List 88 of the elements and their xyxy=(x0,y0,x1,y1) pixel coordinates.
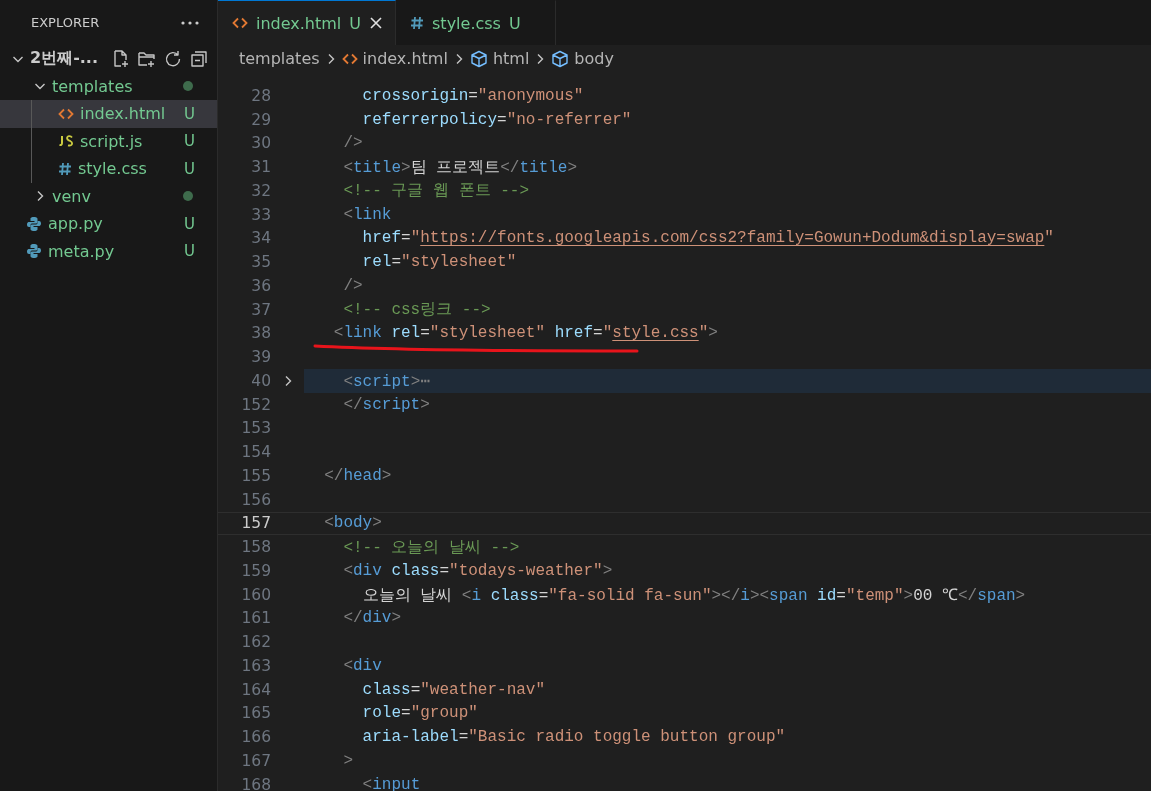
breadcrumb-item[interactable]: html xyxy=(492,49,530,68)
line-number: 37 xyxy=(250,300,271,319)
tree-item[interactable]: script.js U xyxy=(0,127,217,155)
code-line: <title>팀 프로젝트</title> xyxy=(342,157,578,178)
line-number: 162 xyxy=(240,633,271,652)
line-number: 39 xyxy=(250,348,271,367)
cube-icon xyxy=(469,49,488,68)
code-line: href="https://fonts.googleapis.com/css2?family=Gowun+Dodum&display=swap" xyxy=(361,229,1054,248)
code-line: <!-- 오늘의 날씨 --> xyxy=(342,537,520,558)
line-number: 40 xyxy=(250,371,271,390)
python-icon xyxy=(26,215,42,232)
collapse-all-icon[interactable] xyxy=(189,48,209,69)
code-line: referrerpolicy="no-referrer" xyxy=(361,110,632,129)
cube-icon xyxy=(551,49,570,68)
code-line: <!-- css링크 --> xyxy=(342,300,491,321)
line-number: 29 xyxy=(250,110,271,129)
code-line: > xyxy=(342,751,353,770)
line-number: 158 xyxy=(240,538,271,557)
explorer-title: EXPLORER xyxy=(31,15,100,30)
line-number: 168 xyxy=(240,775,271,791)
line-number: 35 xyxy=(250,253,271,272)
tree-item[interactable]: style.css U xyxy=(0,155,217,183)
line-number: 154 xyxy=(240,443,271,462)
line-number: 166 xyxy=(240,728,271,747)
line-number: 36 xyxy=(250,276,271,295)
code-line: <link rel="stylesheet" href="style.css"> xyxy=(332,324,718,343)
code-brackets-icon xyxy=(341,52,358,65)
new-file-icon[interactable] xyxy=(111,48,131,69)
code-line: /> xyxy=(342,134,363,153)
line-number: 159 xyxy=(240,561,271,580)
code-brackets-icon xyxy=(58,107,74,120)
line-number: 32 xyxy=(250,181,271,200)
line-number: 160 xyxy=(240,585,271,604)
code-brackets-icon xyxy=(232,17,248,29)
tree-item[interactable]: templates xyxy=(0,72,217,100)
line-number: 157 xyxy=(240,514,271,533)
line-number: 31 xyxy=(250,158,271,177)
breadcrumb-item[interactable]: templates xyxy=(239,49,320,68)
code-line: <div xyxy=(342,656,382,675)
line-number: 156 xyxy=(240,490,271,509)
refresh-icon[interactable] xyxy=(163,48,183,69)
workspace-folder[interactable]: 2번째-... xyxy=(0,45,217,73)
code-line: <div class="todays-weather"> xyxy=(342,561,613,580)
line-number: 30 xyxy=(250,134,271,153)
code-line: aria-label="Basic radio toggle button group" xyxy=(361,728,786,747)
python-icon xyxy=(26,243,42,260)
tree-item[interactable]: app.py U xyxy=(0,210,217,238)
code-line: </head> xyxy=(323,466,392,485)
code-line: <script>⋯ xyxy=(342,371,430,391)
tree-item[interactable]: venv xyxy=(0,182,217,210)
line-number: 155 xyxy=(240,466,271,485)
line-number: 164 xyxy=(240,680,271,699)
line-number: 152 xyxy=(240,395,271,414)
code-line: </div> xyxy=(342,609,402,628)
code-line: <link xyxy=(342,205,392,224)
breadcrumb-item[interactable]: body xyxy=(574,49,614,68)
code-line: class="weather-nav" xyxy=(361,680,546,699)
hash-icon xyxy=(410,16,425,30)
line-number: 165 xyxy=(240,704,271,723)
code-line: rel="stylesheet" xyxy=(361,253,517,272)
status-letter: U xyxy=(184,159,195,178)
line-number: 163 xyxy=(240,656,271,675)
line-number: 38 xyxy=(250,324,271,343)
code-line: <body> xyxy=(323,514,382,533)
code-line: /> xyxy=(342,276,363,295)
status-letter: U xyxy=(184,214,195,233)
status-letter: U xyxy=(184,242,195,261)
tree-item[interactable]: meta.py U xyxy=(0,237,217,265)
line-number: 33 xyxy=(250,205,271,224)
code-line: 오늘의 날씨 <i class="fa-solid fa-sun"></i><span id="temp">00 ℃</span> xyxy=(361,586,1026,607)
close-icon[interactable] xyxy=(369,16,384,30)
status-letter: U xyxy=(184,104,195,123)
breadcrumb-item[interactable]: index.html xyxy=(362,49,448,68)
editor-tab[interactable]: index.html U xyxy=(218,0,397,45)
line-number: 34 xyxy=(250,229,271,248)
code-line: role="group" xyxy=(361,704,478,723)
code-line: <!-- 구글 웹 폰트 --> xyxy=(342,181,530,202)
js-file-icon xyxy=(58,135,74,148)
line-number: 167 xyxy=(240,751,271,770)
tree-item[interactable]: index.html U xyxy=(0,100,217,128)
code-line: crossorigin="anonymous" xyxy=(361,86,584,105)
line-number: 153 xyxy=(240,419,271,438)
line-number: 161 xyxy=(240,609,271,628)
status-letter: U xyxy=(184,132,195,151)
code-line: </script> xyxy=(342,395,430,414)
hash-icon xyxy=(58,161,72,176)
line-number: 28 xyxy=(250,86,271,105)
more-icon[interactable] xyxy=(181,20,199,25)
